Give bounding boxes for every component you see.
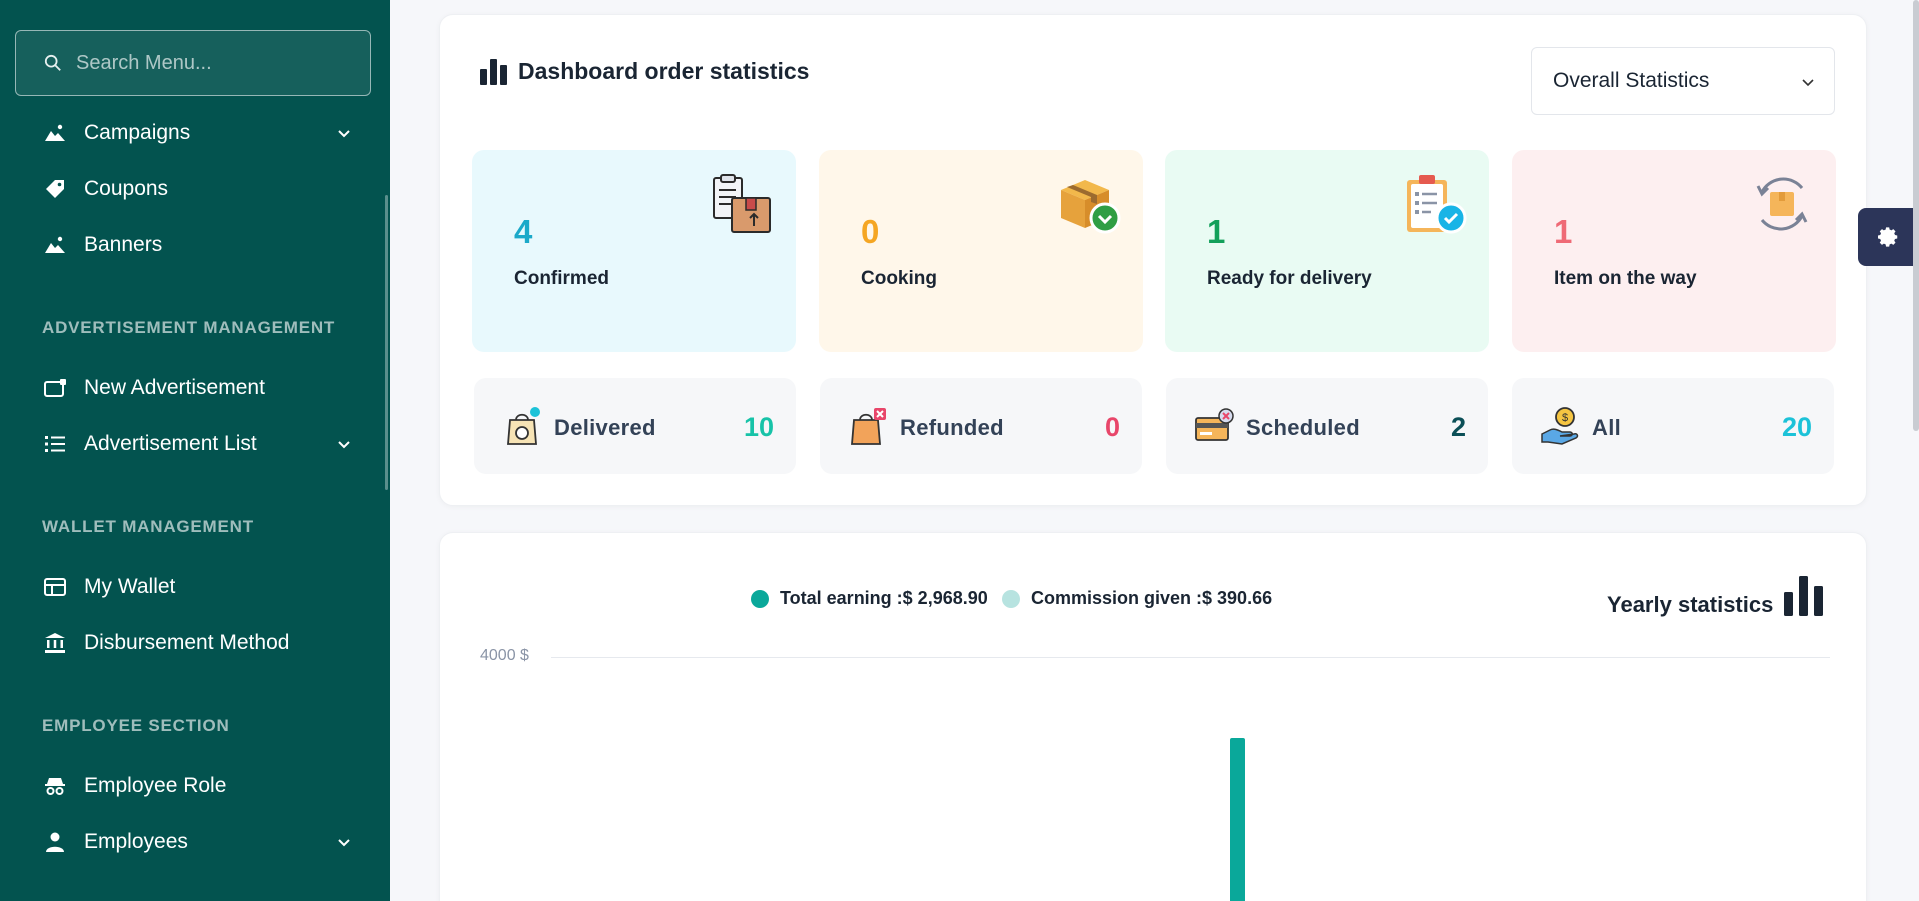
chevron-down-icon (1802, 79, 1814, 87)
refunded-label: Refunded (900, 415, 1004, 440)
sidebar-item-disbursement-method[interactable]: Disbursement Method (42, 623, 352, 663)
chevron-down-icon (338, 441, 350, 449)
legend-commission[interactable]: Commission given :$ 390.66 (1002, 588, 1272, 609)
sidebar-item-label: Employees (84, 830, 188, 853)
on-the-way-label: Item on the way (1554, 268, 1697, 289)
section-title-wallet: WALLET MANAGEMENT (42, 517, 254, 536)
bar-chart-icon (480, 59, 507, 85)
yearly-statistics-label: Yearly statistics (1607, 592, 1774, 617)
package-refresh-icon (1756, 177, 1808, 231)
user-icon (42, 829, 68, 855)
bank-icon (42, 630, 68, 656)
section-title-employee: EMPLOYEE SECTION (42, 716, 230, 735)
chevron-down-icon (338, 130, 350, 138)
scheduled-label: Scheduled (1246, 415, 1360, 440)
title-text: Dashboard order statistics (518, 57, 810, 84)
y-axis-tick-label: 4000 $ (480, 647, 529, 664)
sidebar-item-label: My Wallet (84, 575, 176, 598)
package-check-icon (1061, 180, 1121, 234)
sidebar-item-coupons[interactable]: Coupons (42, 169, 352, 209)
refunded-card[interactable]: Refunded 0 (820, 378, 1142, 474)
cooking-card[interactable]: 0 Cooking (819, 150, 1143, 352)
bar-chart-icon (1784, 576, 1823, 616)
sidebar-item-label: Banners (84, 233, 163, 256)
legend-dot-commission (1002, 589, 1020, 608)
statistics-filter-select[interactable]: Overall Statistics (1531, 47, 1835, 115)
sidebar-item-advertisement-list[interactable]: Advertisement List (42, 424, 352, 464)
svg-text:$: $ (1562, 412, 1568, 424)
delivered-count: 10 (743, 412, 774, 442)
cooking-label: Cooking (861, 268, 937, 289)
earning-bar[interactable] (1230, 738, 1245, 901)
ready-count: 1 (1207, 213, 1226, 250)
spy-icon (42, 773, 68, 799)
gear-icon (1877, 227, 1897, 247)
search-box[interactable] (15, 30, 371, 96)
sidebar-item-new-advertisement[interactable]: New Advertisement (42, 368, 352, 408)
search-input[interactable] (76, 51, 336, 75)
section-title-advertisement: ADVERTISEMENT MANAGEMENT (42, 318, 336, 337)
sidebar-scrollbar[interactable] (385, 195, 388, 490)
sidebar-item-label: Advertisement List (84, 432, 257, 455)
image-icon (42, 232, 68, 258)
sidebar-item-label: Disbursement Method (84, 631, 290, 654)
all-orders-card[interactable]: $ All 20 (1512, 378, 1834, 474)
sidebar-item-campaigns[interactable]: Campaigns (42, 113, 352, 153)
chevron-down-icon (338, 839, 350, 847)
page-scrollbar[interactable] (1913, 0, 1919, 431)
search-icon (44, 54, 61, 71)
scheduled-card[interactable]: Scheduled 2 (1166, 378, 1488, 474)
checklist-icon (1407, 175, 1467, 234)
legend-commission-text: Commission given :$ 390.66 (1031, 588, 1273, 608)
sidebar-item-label: Coupons (84, 177, 169, 200)
refund-bag-icon (851, 408, 886, 445)
legend-total-earning-text: Total earning :$ 2,968.90 (780, 588, 988, 608)
clipboard-box-icon (713, 174, 771, 233)
confirmed-card[interactable]: 4 Confirmed (472, 150, 796, 352)
delivered-card[interactable]: Delivered 10 (474, 378, 796, 474)
refunded-count: 0 (1104, 412, 1120, 442)
page-title: Dashboard order statistics (478, 55, 809, 87)
legend-total-earning[interactable]: Total earning :$ 2,968.90 (751, 588, 988, 609)
ready-label: Ready for delivery (1207, 268, 1372, 289)
scheduled-card-icon (1195, 408, 1234, 441)
confirmed-count: 4 (514, 213, 533, 250)
scheduled-count: 2 (1450, 412, 1466, 442)
sidebar-item-employee-role[interactable]: Employee Role (42, 766, 352, 806)
cooking-count: 0 (861, 213, 880, 250)
sidebar-item-my-wallet[interactable]: My Wallet (42, 567, 352, 607)
tv-icon (42, 375, 68, 401)
legend-dot-earning (751, 589, 769, 608)
delivery-bag-icon (507, 407, 540, 445)
item-on-the-way-card[interactable]: 1 Item on the way (1512, 150, 1836, 352)
selected-value: Overall Statistics (1553, 69, 1710, 92)
sidebar-item-banners[interactable]: Banners (42, 225, 352, 265)
all-count: 20 (1781, 412, 1812, 442)
sidebar-item-label: New Advertisement (84, 376, 265, 399)
tag-icon (42, 176, 68, 202)
image-icon (42, 120, 68, 146)
on-the-way-count: 1 (1554, 213, 1573, 250)
delivered-label: Delivered (554, 415, 656, 440)
list-icon (42, 431, 68, 457)
confirmed-label: Confirmed (514, 268, 609, 289)
sidebar-item-employees[interactable]: Employees (42, 822, 352, 862)
settings-tab[interactable] (1858, 208, 1919, 266)
sidebar-item-label: Campaigns (84, 121, 191, 144)
hand-coin-icon: $ (1541, 407, 1579, 445)
ready-for-delivery-card[interactable]: 1 Ready for delivery (1165, 150, 1489, 352)
chart-gridline (551, 657, 1830, 658)
wallet-icon (42, 574, 68, 600)
sidebar-item-label: Employee Role (84, 774, 227, 797)
sidebar: Campaigns Coupons Banners ADVERTISEMENT … (0, 0, 390, 901)
all-label: All (1592, 415, 1622, 440)
